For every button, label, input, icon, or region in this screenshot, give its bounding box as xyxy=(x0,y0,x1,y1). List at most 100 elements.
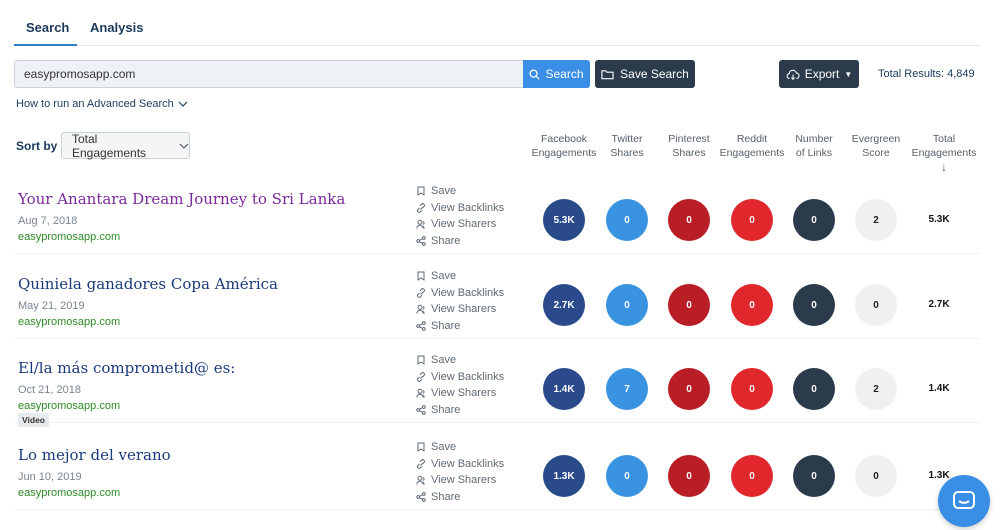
save-action[interactable]: Save xyxy=(416,183,504,200)
total-engagements-value: 1.4K xyxy=(928,383,950,394)
pinterest-shares-circle: 0 xyxy=(668,199,710,241)
search-icon xyxy=(529,68,541,80)
export-label: Export xyxy=(804,67,840,81)
reddit-engagements-circle: 0 xyxy=(731,368,773,410)
export-button[interactable]: Export ▼ xyxy=(779,60,859,88)
article-actions: Save View Backlinks View Sharers Share xyxy=(416,268,504,334)
evergreen-score-circle: 2 xyxy=(855,199,897,241)
result-row: Quiniela ganadores Copa América May 21, 2… xyxy=(14,255,980,339)
chat-button[interactable] xyxy=(938,475,990,527)
total-engagements-value: 5.3K xyxy=(928,214,950,225)
sort-label: Sort by xyxy=(16,139,58,153)
article-actions: Save View Backlinks View Sharers Share xyxy=(416,439,504,505)
article-domain-link[interactable]: easypromosapp.com xyxy=(18,400,120,412)
caret-down-icon: ▼ xyxy=(844,69,853,79)
link-icon xyxy=(417,371,425,382)
bookmark-icon xyxy=(417,442,425,453)
result-row: Your Anantara Dream Journey to Sri Lanka… xyxy=(14,170,980,254)
action-label: Share xyxy=(431,319,461,332)
col-header-total[interactable]: Total Engagements ↓ xyxy=(904,132,984,174)
reddit-engagements-circle: 0 xyxy=(731,199,773,241)
view-sharers-action[interactable]: View Sharers xyxy=(416,216,504,233)
view-sharers-action[interactable]: View Sharers xyxy=(416,301,504,318)
reddit-engagements-circle: 0 xyxy=(731,455,773,497)
sort-value: Total Engagements xyxy=(72,131,147,160)
facebook-engagements-circle: 1.4K xyxy=(543,368,585,410)
chevron-down-icon xyxy=(179,143,189,149)
action-label: View Sharers xyxy=(431,218,497,231)
tab-analysis[interactable]: Analysis xyxy=(90,20,143,35)
article-title-link[interactable]: El/la más comprometid@ es: xyxy=(18,359,235,377)
users-icon xyxy=(416,389,425,398)
action-label: View Backlinks xyxy=(431,457,505,470)
article-domain-link[interactable]: easypromosapp.com xyxy=(18,316,120,328)
reddit-engagements-circle: 0 xyxy=(731,284,773,326)
article-title-link[interactable]: Your Anantara Dream Journey to Sri Lanka xyxy=(18,190,345,208)
twitter-shares-circle: 7 xyxy=(606,368,648,410)
action-label: View Sharers xyxy=(431,474,497,487)
article-domain-link[interactable]: easypromosapp.com xyxy=(18,487,120,499)
users-icon xyxy=(416,220,425,229)
search-button-label: Search xyxy=(545,67,584,81)
number-of-links-circle: 0 xyxy=(793,368,835,410)
number-of-links-circle: 0 xyxy=(793,199,835,241)
pinterest-shares-circle: 0 xyxy=(668,455,710,497)
pinterest-shares-circle: 0 xyxy=(668,284,710,326)
link-icon xyxy=(417,202,425,213)
number-of-links-circle: 0 xyxy=(793,455,835,497)
bookmark-icon xyxy=(417,355,425,366)
bookmark-icon xyxy=(417,271,425,282)
search-button[interactable]: Search xyxy=(523,60,590,88)
link-icon xyxy=(417,458,425,469)
action-label: Share xyxy=(431,234,461,247)
share-action[interactable]: Share xyxy=(416,233,504,250)
article-domain-link[interactable]: easypromosapp.com xyxy=(18,231,120,243)
active-tab-indicator xyxy=(14,44,77,46)
share-icon xyxy=(416,320,426,331)
total-engagements-value: 2.7K xyxy=(928,299,950,310)
view-backlinks-action[interactable]: View Backlinks xyxy=(416,456,504,473)
action-label: Save xyxy=(431,354,457,367)
search-input[interactable] xyxy=(14,60,523,88)
article-title-link[interactable]: Quiniela ganadores Copa América xyxy=(18,275,278,293)
number-of-links-circle: 0 xyxy=(793,284,835,326)
view-backlinks-action[interactable]: View Backlinks xyxy=(416,285,504,302)
article-date: Oct 21, 2018 xyxy=(18,384,81,396)
chat-icon xyxy=(953,491,975,509)
content-type-badge: Video xyxy=(18,413,49,427)
share-action[interactable]: Share xyxy=(416,402,504,419)
save-search-button[interactable]: Save Search xyxy=(595,60,695,88)
save-action[interactable]: Save xyxy=(416,268,504,285)
share-action[interactable]: Share xyxy=(416,489,504,506)
pinterest-shares-circle: 0 xyxy=(668,368,710,410)
share-icon xyxy=(416,404,426,415)
col-header-line: Total xyxy=(932,133,956,145)
view-backlinks-action[interactable]: View Backlinks xyxy=(416,200,504,217)
bookmark-icon xyxy=(417,186,425,197)
folder-icon xyxy=(601,69,614,79)
twitter-shares-circle: 0 xyxy=(606,284,648,326)
sort-select[interactable]: Total Engagements xyxy=(61,131,190,160)
tab-search[interactable]: Search xyxy=(26,20,69,35)
article-actions: Save View Backlinks View Sharers Share xyxy=(416,352,504,418)
action-label: View Sharers xyxy=(431,303,497,316)
view-backlinks-action[interactable]: View Backlinks xyxy=(416,369,504,386)
users-icon xyxy=(416,305,425,314)
twitter-shares-circle: 0 xyxy=(606,199,648,241)
article-title-link[interactable]: Lo mejor del verano xyxy=(18,446,171,464)
link-icon xyxy=(417,287,425,298)
result-row: El/la más comprometid@ es: Oct 21, 2018 ea… xyxy=(14,339,980,427)
article-date: Aug 7, 2018 xyxy=(18,215,78,227)
view-sharers-action[interactable]: View Sharers xyxy=(416,472,504,489)
result-row: Lo mejor del verano Jun 10, 2019 easypromo… xyxy=(14,426,980,510)
view-sharers-action[interactable]: View Sharers xyxy=(416,385,504,402)
share-action[interactable]: Share xyxy=(416,318,504,335)
twitter-shares-circle: 0 xyxy=(606,455,648,497)
save-action[interactable]: Save xyxy=(416,439,504,456)
chevron-down-icon xyxy=(178,101,188,107)
article-date: Jun 10, 2019 xyxy=(18,471,82,483)
save-search-label: Save Search xyxy=(620,67,689,81)
save-action[interactable]: Save xyxy=(416,352,504,369)
advanced-search-link[interactable]: How to run an Advanced Search xyxy=(16,98,188,110)
action-label: View Backlinks xyxy=(431,370,505,383)
